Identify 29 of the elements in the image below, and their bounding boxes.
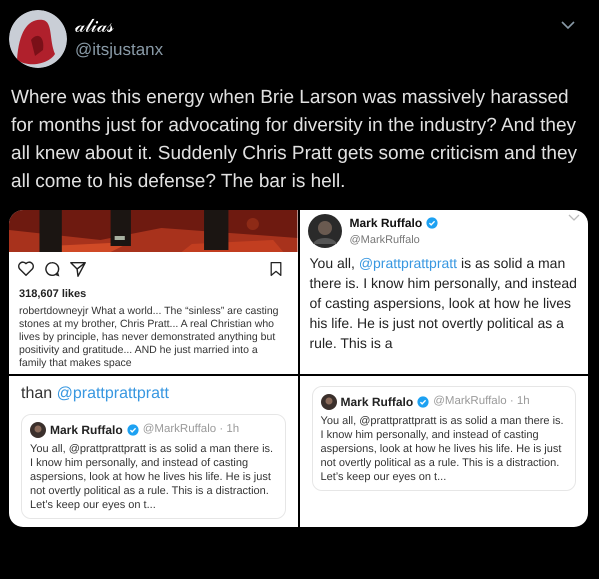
display-name: 𝒶𝓁𝒾𝒶𝓈 — [75, 16, 115, 37]
tweet-text: Where was this energy when Brie Larson was massively harassed for months just for advocating for diversity in the industry? And they all knew about it. Suddenly Chris Pratt gets some criticism and they all come to his defense? The bar is hell. — [11, 86, 578, 194]
quoted-text: You all, @prattprattpratt is as solid a man there is. I know him personally, and instead of casting aspersions, look at how he lives his life. He is just not overtly political as a rule. This is a distraction. Let’s keep our eyes on t... — [320, 414, 565, 484]
avatar — [9, 10, 67, 68]
chevron-icon[interactable] — [560, 20, 576, 30]
author-name: Mark Ruffalo — [50, 422, 123, 438]
avatar — [30, 422, 46, 438]
avatar — [308, 214, 342, 248]
quoted-text: You all, @prattprattpratt is as solid a man there is. I know him personally, and instead of casting aspersions, look at how he lives his life. He is just not overtly political as a rule. This is a distraction. Let’s keep our eyes on t... — [30, 442, 274, 512]
verified-icon — [126, 424, 139, 436]
likes-count: 318,607 likes — [18, 287, 88, 302]
mention-link[interactable]: @prattprattpratt — [358, 254, 458, 270]
send-icon[interactable] — [69, 260, 87, 278]
author-handle: @MarkRuffalo — [350, 233, 421, 248]
author-name: Mark Ruffalo — [340, 394, 414, 410]
tweet-body: You all, @prattprattpratt is as solid a man there is. I know him personally, and instead of casting aspersions, look at how he lives his life. He is just not overtly political as a rule. This is a — [308, 254, 578, 352]
tweet-meta: @MarkRuffalo · 1h — [433, 394, 530, 409]
author-name: Mark Ruffalo — [350, 215, 422, 232]
comment-icon[interactable] — [43, 260, 61, 278]
verified-icon — [417, 396, 430, 408]
heart-icon[interactable] — [17, 260, 35, 278]
mention-link[interactable]: @prattprattpratt — [56, 384, 169, 402]
post-caption: robertdowneyjr What a world... The “sinless” are casting stones at my brother, Chris Pratt... A real Christian who lives by principle, has never demonstrated anything but positivity and gratitude... AND he just married into a family that makes space — [18, 304, 280, 370]
bookmark-icon[interactable] — [268, 260, 284, 278]
avatar — [320, 394, 336, 410]
tweet-meta: @MarkRuffalo · 1h — [142, 422, 240, 437]
user-handle: @itsjustanx — [75, 38, 164, 61]
verified-icon — [426, 217, 438, 229]
reply-text: than @prattprattpratt — [20, 384, 170, 404]
